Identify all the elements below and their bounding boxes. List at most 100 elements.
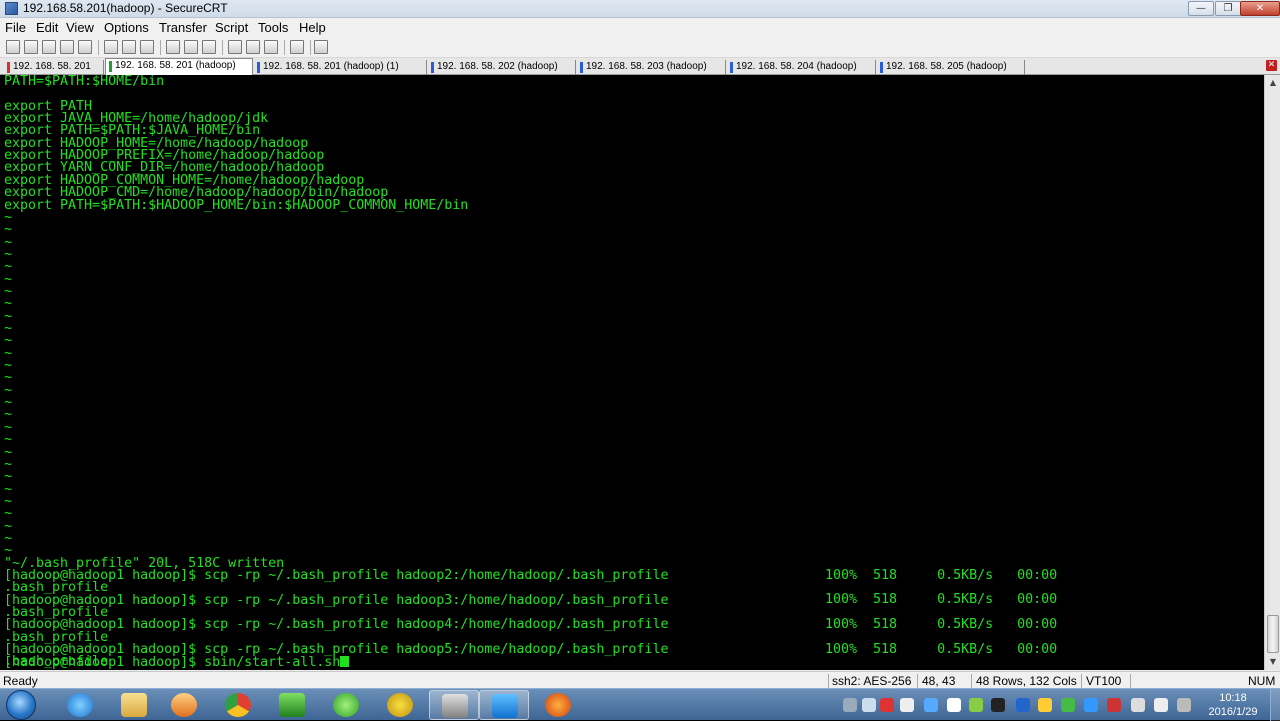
tray-network-icon[interactable] bbox=[1131, 698, 1145, 712]
copy-icon[interactable] bbox=[104, 40, 118, 54]
tray-pen-icon[interactable] bbox=[862, 698, 876, 712]
window-title: 192.168.58.201(hadoop) - SecureCRT bbox=[23, 1, 228, 15]
status-divider bbox=[971, 674, 972, 688]
help-icon[interactable] bbox=[290, 40, 304, 54]
taskbar-chrome[interactable] bbox=[213, 690, 263, 720]
securecrt-app-icon[interactable] bbox=[5, 2, 18, 15]
find-icon[interactable] bbox=[140, 40, 154, 54]
tray-bluetooth-icon[interactable] bbox=[1016, 698, 1030, 712]
tray-shield-icon[interactable] bbox=[924, 698, 938, 712]
menu-tools[interactable]: Tools bbox=[258, 20, 288, 35]
tray-app-icon[interactable] bbox=[880, 698, 894, 712]
taskbar-browser-green[interactable] bbox=[321, 690, 371, 720]
keymap-icon[interactable] bbox=[264, 40, 278, 54]
tab-label: 192. 168. 58. 201 (hadoop) (1) bbox=[263, 61, 399, 72]
show-desktop-button[interactable] bbox=[1270, 689, 1280, 721]
tray-app-icon[interactable] bbox=[969, 698, 983, 712]
tray-keyboard-icon[interactable] bbox=[843, 698, 857, 712]
taskbar-file-explorer[interactable] bbox=[109, 690, 159, 720]
start-button[interactable] bbox=[6, 690, 36, 720]
menu-file[interactable]: File bbox=[5, 20, 26, 35]
taskbar-app-green[interactable] bbox=[267, 690, 317, 720]
connect-in-tab-icon[interactable] bbox=[42, 40, 56, 54]
tray-window-icon[interactable] bbox=[947, 698, 961, 712]
tray-app-icon[interactable] bbox=[1084, 698, 1098, 712]
sftp-icon[interactable] bbox=[314, 40, 328, 54]
tab-label: 192. 168. 58. 205 (hadoop) bbox=[886, 61, 1007, 72]
disconnect-icon[interactable] bbox=[78, 40, 92, 54]
status-terminal-size: 48 Rows, 132 Cols bbox=[976, 674, 1077, 688]
global-options-icon[interactable] bbox=[246, 40, 260, 54]
tab-session-203-hadoop[interactable]: 192. 168. 58. 203 (hadoop) bbox=[577, 60, 726, 75]
print-setup-icon[interactable] bbox=[166, 40, 180, 54]
tray-qq-icon[interactable] bbox=[991, 698, 1005, 712]
clock-time: 10:18 bbox=[1219, 692, 1247, 704]
app-icon bbox=[492, 694, 518, 718]
tab-session-201-hadoop-1[interactable]: 192. 168. 58. 201 (hadoop) (1) bbox=[254, 60, 427, 75]
taskbar-media-player[interactable] bbox=[159, 690, 209, 720]
taskbar-app-yellow[interactable] bbox=[375, 690, 425, 720]
close-tab-icon[interactable]: ✕ bbox=[1266, 60, 1277, 71]
print-selection-icon[interactable] bbox=[184, 40, 198, 54]
tab-session-205-hadoop[interactable]: 192. 168. 58. 205 (hadoop) bbox=[877, 60, 1025, 75]
menu-transfer[interactable]: Transfer bbox=[159, 20, 207, 35]
status-divider bbox=[1081, 674, 1082, 688]
menu-view[interactable]: View bbox=[66, 20, 94, 35]
internet-explorer-icon bbox=[67, 693, 93, 717]
app-icon bbox=[387, 693, 413, 717]
status-bar: Ready ssh2: AES-256 48, 43 48 Rows, 132 … bbox=[0, 671, 1280, 689]
taskbar-internet-explorer[interactable] bbox=[55, 690, 105, 720]
scp-progress-2: 100% 518 0.5KB/s 00:00 bbox=[825, 592, 1058, 607]
terminal-scrollbar[interactable]: ▲ ▼ bbox=[1264, 75, 1280, 670]
tray-volume-icon[interactable] bbox=[1154, 698, 1168, 712]
taskbar-app-blue[interactable] bbox=[479, 690, 529, 720]
scrollbar-thumb[interactable] bbox=[1267, 615, 1279, 653]
quick-connect-icon[interactable] bbox=[24, 40, 38, 54]
tab-session-202-hadoop[interactable]: 192. 168. 58. 202 (hadoop) bbox=[428, 60, 576, 75]
scroll-down-icon[interactable]: ▼ bbox=[1266, 655, 1280, 669]
taskbar-clock[interactable]: 10:18 2016/1/29 bbox=[1198, 691, 1268, 719]
menu-options[interactable]: Options bbox=[104, 20, 149, 35]
toolbar-separator bbox=[98, 40, 99, 55]
tab-session-204-hadoop[interactable]: 192. 168. 58. 204 (hadoop) bbox=[727, 60, 876, 75]
tab-session-201[interactable]: 192. 168. 58. 201 bbox=[4, 60, 104, 75]
securecrt-icon bbox=[442, 694, 468, 718]
taskbar-securecrt[interactable] bbox=[429, 690, 479, 720]
tray-security-icon[interactable] bbox=[1061, 698, 1075, 712]
print-icon[interactable] bbox=[202, 40, 216, 54]
restore-button[interactable]: ❐ bbox=[1215, 1, 1241, 16]
session-options-icon[interactable] bbox=[228, 40, 242, 54]
toolbar bbox=[0, 37, 1280, 58]
status-cipher: ssh2: AES-256 bbox=[832, 674, 912, 688]
tab-label: 192. 168. 58. 201 (hadoop) bbox=[115, 60, 236, 71]
toolbar-separator bbox=[222, 40, 223, 55]
terminal-cursor bbox=[340, 656, 350, 667]
tray-app-icon[interactable] bbox=[1107, 698, 1121, 712]
scroll-up-icon[interactable]: ▲ bbox=[1266, 76, 1280, 90]
reconnect-icon[interactable] bbox=[60, 40, 74, 54]
chrome-icon bbox=[225, 693, 251, 717]
status-ready: Ready bbox=[3, 674, 38, 688]
menu-edit[interactable]: Edit bbox=[36, 20, 58, 35]
tab-label: 192. 168. 58. 203 (hadoop) bbox=[586, 61, 707, 72]
menu-script[interactable]: Script bbox=[215, 20, 248, 35]
terminal-screen[interactable]: PATH=$PATH:$HOME/bin export PATH export JA… bbox=[0, 75, 1264, 670]
status-emulation: VT100 bbox=[1086, 674, 1122, 688]
terminal-line: export PATH=$PATH:$HADOOP_HOME/bin:$HADO… bbox=[4, 197, 469, 213]
tab-session-201-hadoop[interactable]: 192. 168. 58. 201 (hadoop) bbox=[105, 58, 253, 75]
tray-app-icon[interactable] bbox=[900, 698, 914, 712]
menu-help[interactable]: Help bbox=[299, 20, 326, 35]
folder-icon bbox=[121, 693, 147, 717]
tray-app-icon[interactable] bbox=[1038, 698, 1052, 712]
terminal-line: PATH=$PATH:$HOME/bin bbox=[4, 75, 165, 89]
tab-label: 192. 168. 58. 201 bbox=[13, 61, 91, 72]
close-window-button[interactable]: ✕ bbox=[1240, 1, 1280, 16]
paste-icon[interactable] bbox=[122, 40, 136, 54]
tray-signal-icon[interactable] bbox=[1177, 698, 1191, 712]
minimize-button[interactable]: — bbox=[1188, 1, 1214, 16]
windows-taskbar: 10:18 2016/1/29 bbox=[0, 688, 1280, 721]
session-tab-bar: 192. 168. 58. 201 192. 168. 58. 201 (had… bbox=[0, 58, 1280, 75]
taskbar-app-tiger[interactable] bbox=[533, 690, 583, 720]
connect-icon[interactable] bbox=[6, 40, 20, 54]
status-cursor-position: 48, 43 bbox=[922, 674, 956, 688]
